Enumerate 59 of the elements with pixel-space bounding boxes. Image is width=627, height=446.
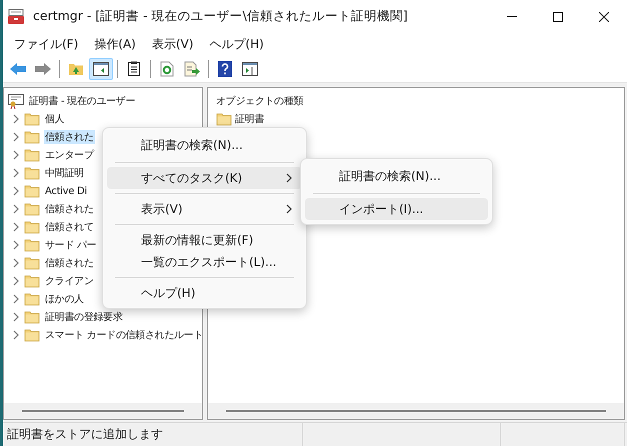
- console-tree-icon: [93, 62, 109, 76]
- tree-item[interactable]: 信頼された: [44, 130, 95, 144]
- tree-root[interactable]: 証明書 - 現在のユーザー: [28, 94, 136, 108]
- menu-item[interactable]: 表示(V): [107, 198, 302, 220]
- folder-icon: [24, 166, 40, 180]
- forward-arrow-icon: [34, 62, 52, 76]
- folder-icon: [24, 238, 40, 252]
- menu-item[interactable]: 証明書の検索(N)...: [305, 163, 488, 189]
- menu-item[interactable]: ヘルプ(H): [107, 282, 302, 304]
- folder-icon: [24, 112, 40, 126]
- help-icon: [218, 60, 232, 76]
- menu-item[interactable]: 最新の情報に更新(F): [107, 229, 302, 251]
- tree-item[interactable]: 中間証明: [44, 166, 85, 180]
- menu-item[interactable]: すべてのタスク(K): [107, 167, 302, 189]
- status-text: 証明書をストアに追加します: [7, 426, 163, 443]
- close-icon: [599, 12, 609, 22]
- tree-item[interactable]: 信頼されて: [44, 220, 95, 234]
- folder-icon: [24, 130, 40, 144]
- folder-icon: [24, 256, 40, 270]
- menu-bar-item[interactable]: 表示(V): [144, 36, 200, 52]
- list-item[interactable]: 証明書: [234, 112, 266, 126]
- refresh-icon: [160, 60, 174, 76]
- clipboard-icon: [128, 61, 140, 76]
- column-header[interactable]: オブジェクトの種類: [212, 94, 304, 108]
- folder-icon: [24, 292, 40, 306]
- window-title: certmgr - [証明書 - 現在のユーザー\信頼されたルート証明機関]: [33, 8, 409, 25]
- folder-icon: [24, 310, 40, 324]
- folder-icon: [216, 112, 232, 126]
- tree-item[interactable]: 信頼された: [44, 256, 95, 270]
- menu-item[interactable]: 一覧のエクスポート(L)...: [107, 251, 302, 273]
- export-list-icon: [184, 60, 200, 76]
- tree-item[interactable]: スマート カードの信頼されたルート: [44, 328, 204, 342]
- maximize-icon: [553, 12, 563, 22]
- tree-item[interactable]: 個人: [44, 112, 66, 126]
- action-pane-icon: [242, 62, 258, 76]
- tree-item[interactable]: 信頼された: [44, 202, 95, 216]
- menu-bar-item[interactable]: 操作(A): [87, 36, 143, 52]
- folder-icon: [24, 328, 40, 342]
- menu-item[interactable]: 証明書の検索(N)...: [107, 132, 302, 158]
- tree-item[interactable]: クライアン: [44, 274, 95, 288]
- toolbar-button[interactable]: [89, 58, 113, 80]
- tree-item[interactable]: Active Di: [44, 186, 88, 196]
- tree-item[interactable]: サード パー: [44, 238, 98, 252]
- minimize-icon: [507, 16, 517, 17]
- menu-item[interactable]: インポート(I)...: [305, 198, 488, 220]
- folder-icon: [24, 202, 40, 216]
- back-arrow-icon: [9, 62, 27, 76]
- menu-bar-item[interactable]: ファイル(F): [7, 36, 86, 52]
- certificate-icon: [8, 94, 24, 108]
- folder-icon: [24, 184, 40, 198]
- folder-icon: [24, 274, 40, 288]
- folder-icon: [24, 148, 40, 162]
- menu-bar-item[interactable]: ヘルプ(H): [202, 36, 271, 52]
- tree-item[interactable]: エンタープ: [44, 148, 95, 162]
- folder-icon: [24, 220, 40, 234]
- tree-item[interactable]: ほかの人: [44, 292, 85, 306]
- toolbox-icon: [7, 8, 25, 24]
- tree-item[interactable]: 証明書の登録要求: [44, 310, 124, 324]
- folder-up-icon: [68, 61, 84, 76]
